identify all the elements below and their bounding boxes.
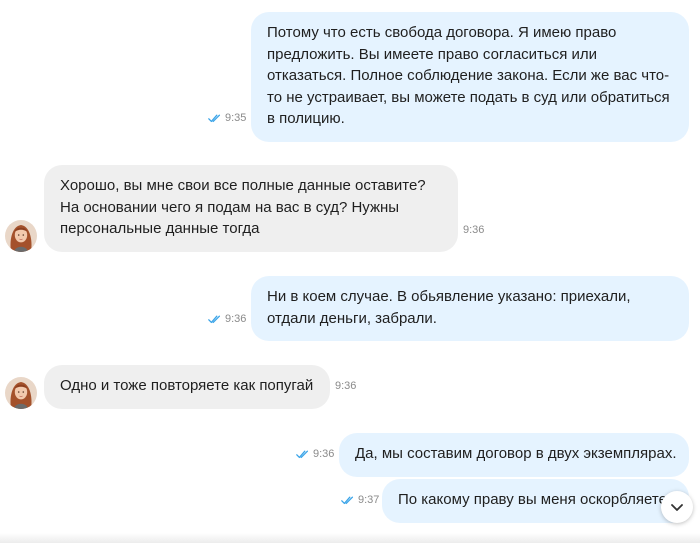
message-bubble-incoming[interactable]: Хорошо, вы мне свои все полные данные ос… — [44, 165, 458, 252]
message-bubble-incoming[interactable]: Одно и тоже повторяете как попугай — [44, 365, 330, 409]
composer-edge — [0, 533, 700, 543]
message-time: 9:36 — [335, 380, 357, 392]
chat-message-list[interactable]: 9:35 Потому что есть свобода договора. Я… — [0, 0, 700, 543]
avatar[interactable] — [5, 377, 37, 409]
message-time: 9:37 — [358, 494, 380, 506]
contact-avatar-image — [5, 220, 37, 252]
contact-avatar-image — [5, 377, 37, 409]
double-check-icon — [208, 114, 222, 123]
message-time: 9:36 — [463, 224, 485, 236]
double-check-icon — [296, 450, 310, 459]
double-check-icon — [341, 496, 355, 505]
message-meta: 9:35 — [208, 112, 246, 124]
message-meta: 9:36 — [296, 448, 334, 460]
message-meta: 9:36 — [335, 380, 356, 392]
avatar[interactable] — [5, 220, 37, 252]
message-bubble-outgoing[interactable]: Ни в коем случае. В обьявление указано: … — [251, 276, 689, 341]
message-meta: 9:37 — [341, 494, 379, 506]
double-check-icon — [208, 315, 222, 324]
scroll-down-button[interactable] — [661, 491, 693, 523]
message-time: 9:35 — [225, 112, 247, 124]
message-bubble-outgoing[interactable]: Да, мы составим договор в двух экземпляр… — [339, 433, 689, 477]
message-meta: 9:36 — [463, 224, 484, 236]
message-meta: 9:36 — [208, 313, 246, 325]
message-time: 9:36 — [313, 448, 335, 460]
message-time: 9:36 — [225, 313, 247, 325]
chevron-down-icon — [671, 503, 683, 511]
message-bubble-outgoing[interactable]: По какому праву вы меня оскорбляете — [382, 479, 689, 523]
message-bubble-outgoing[interactable]: Потому что есть свобода договора. Я имею… — [251, 12, 689, 142]
